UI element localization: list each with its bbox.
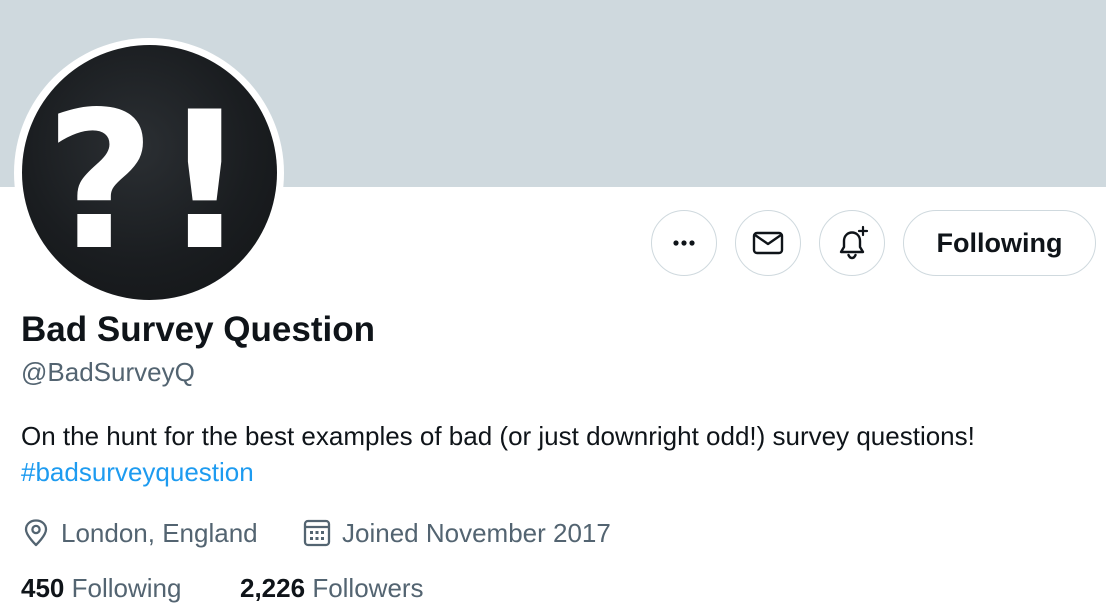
profile-location: London, England — [21, 513, 258, 553]
followers-count-link[interactable]: 2,226 Followers — [240, 573, 424, 604]
avatar-logo-text: ?! — [45, 71, 254, 292]
following-label: Following — [71, 573, 182, 603]
location-pin-icon — [24, 519, 48, 547]
bio-text: On the hunt for the best examples of bad… — [21, 421, 975, 451]
more-options-button[interactable] — [651, 210, 717, 276]
following-count: 450 — [21, 573, 65, 603]
message-button[interactable] — [735, 210, 801, 276]
followers-count: 2,226 — [240, 573, 306, 603]
following-count-link[interactable]: 450 Following — [21, 573, 181, 604]
avatar[interactable]: ?! — [22, 45, 277, 300]
bio-hashtag-link[interactable]: #badsurveyquestion — [21, 454, 1101, 490]
following-button[interactable]: Following — [903, 210, 1096, 276]
profile-page: ?! Following Bad Survey Question @BadSur… — [0, 0, 1106, 615]
joined-text: Joined November 2017 — [342, 517, 611, 548]
profile-joined-date: Joined November 2017 — [302, 513, 611, 553]
bell-plus-icon — [839, 225, 869, 260]
profile-handle: @BadSurveyQ — [21, 357, 195, 387]
profile-display-name: Bad Survey Question — [21, 310, 375, 349]
location-text: London, England — [61, 517, 258, 548]
calendar-icon — [303, 519, 331, 547]
mail-icon — [752, 231, 784, 255]
more-horizontal-icon — [673, 240, 695, 246]
profile-bio: On the hunt for the best examples of bad… — [21, 418, 1101, 490]
notifications-button[interactable] — [819, 210, 885, 276]
followers-label: Followers — [312, 573, 424, 603]
